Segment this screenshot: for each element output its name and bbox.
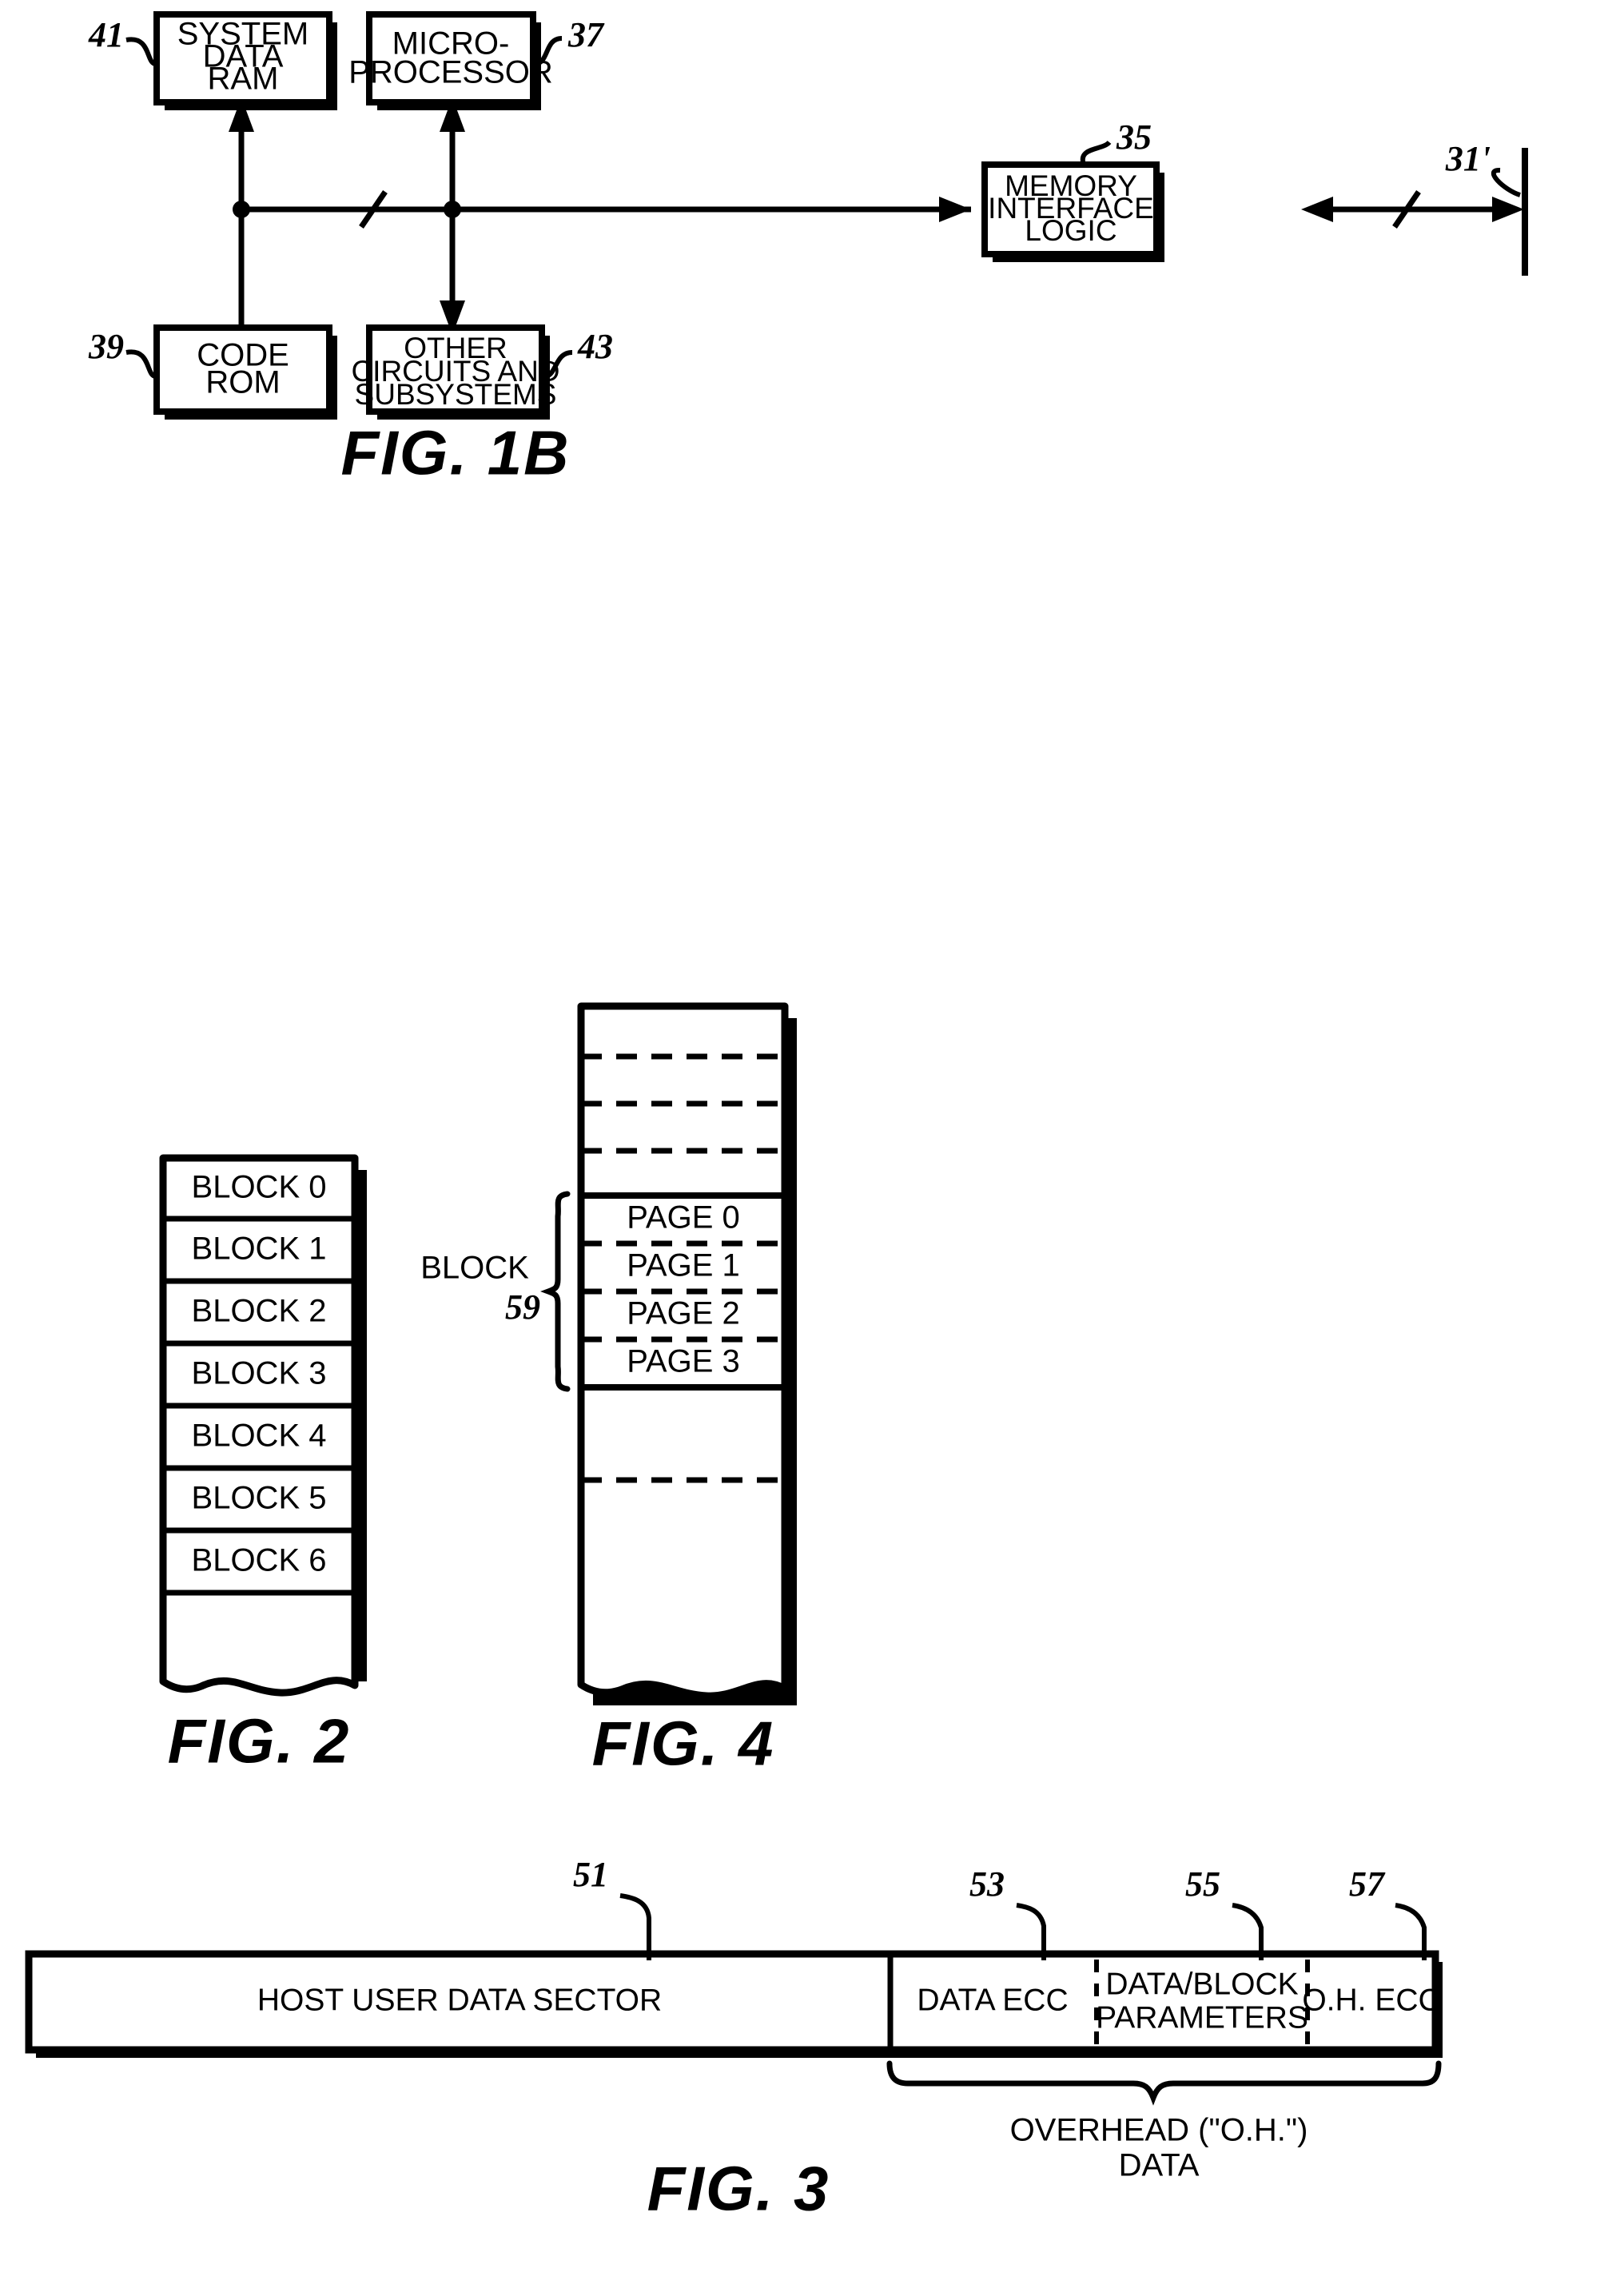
system-data-ram-line-2: RAM — [208, 62, 279, 97]
fig4-page-label-1: PAGE 1 — [627, 1248, 740, 1283]
fig3-ref-57: 57 — [1349, 1864, 1386, 1904]
fig2-row-label-0: BLOCK 0 — [192, 1170, 327, 1205]
bus-junction-dot-middle — [444, 201, 461, 218]
bus-junction-dot-left — [233, 201, 250, 218]
fig2-row-label-4: BLOCK 4 — [192, 1419, 327, 1454]
patent-drawing-sheet: SYSTEM DATA RAM 41 MICRO- PROCESSOR 37 M… — [0, 0, 1624, 2276]
fig4-bracket-label: BLOCK — [420, 1251, 529, 1286]
ref-41: 41 — [88, 15, 124, 54]
figure-2: BLOCK 0 BLOCK 1 BLOCK 2 BLOCK 3 BLOCK 4 … — [159, 1154, 367, 1777]
fig4-page-label-0: PAGE 0 — [627, 1200, 740, 1235]
fig3-section-label-host-user-data-sector: HOST USER DATA SECTOR — [257, 1983, 662, 2017]
fig3-overhead-label-1: DATA — [1119, 2148, 1200, 2183]
ref-31prime: 31' — [1445, 139, 1491, 178]
mil-line-2: LOGIC — [1025, 214, 1116, 247]
figure-4-label: FIG. 4 — [592, 1709, 775, 1779]
code-rom-line-1: ROM — [205, 365, 280, 400]
fig2-row-label-1: BLOCK 1 — [192, 1232, 327, 1267]
fig3-overhead-label-0: OVERHEAD ("O.H.") — [1010, 2113, 1308, 2148]
ref-39: 39 — [88, 327, 124, 366]
fig2-row-label-2: BLOCK 2 — [192, 1294, 327, 1329]
fig3-ref-55: 55 — [1185, 1864, 1220, 1904]
figure-2-label: FIG. 2 — [168, 1706, 351, 1777]
fig2-row-label-5: BLOCK 5 — [192, 1481, 327, 1516]
ref-43: 43 — [577, 327, 613, 366]
fig4-bracket-ref-59: 59 — [505, 1287, 540, 1327]
fig3-section-label-data-ecc: DATA ECC — [917, 1983, 1068, 2017]
fig4-page-label-2: PAGE 2 — [627, 1296, 740, 1331]
fig3-ref-51: 51 — [573, 1855, 608, 1894]
fig2-row-label-6: BLOCK 6 — [192, 1543, 327, 1578]
fig3-ref-53: 53 — [969, 1864, 1005, 1904]
ref-35: 35 — [1116, 117, 1152, 157]
microprocessor-line-1: PROCESSOR — [348, 55, 553, 90]
fig3-section-label-oh-ecc: O.H. ECC — [1302, 1983, 1440, 2017]
fig2-row-label-3: BLOCK 3 — [192, 1356, 327, 1391]
other-circuits-line-2: SUBSYSTEMS — [355, 378, 557, 411]
figure-3-label: FIG. 3 — [647, 2154, 830, 2224]
figure-1b-label: FIG. 1B — [340, 418, 570, 488]
ref-37: 37 — [567, 15, 605, 54]
fig4-page-label-3: PAGE 3 — [627, 1344, 740, 1379]
fig3-section-label-params-1: PARAMETERS — [1096, 2000, 1308, 2035]
fig3-section-label-params-0: DATA/BLOCK — [1105, 1967, 1298, 2001]
